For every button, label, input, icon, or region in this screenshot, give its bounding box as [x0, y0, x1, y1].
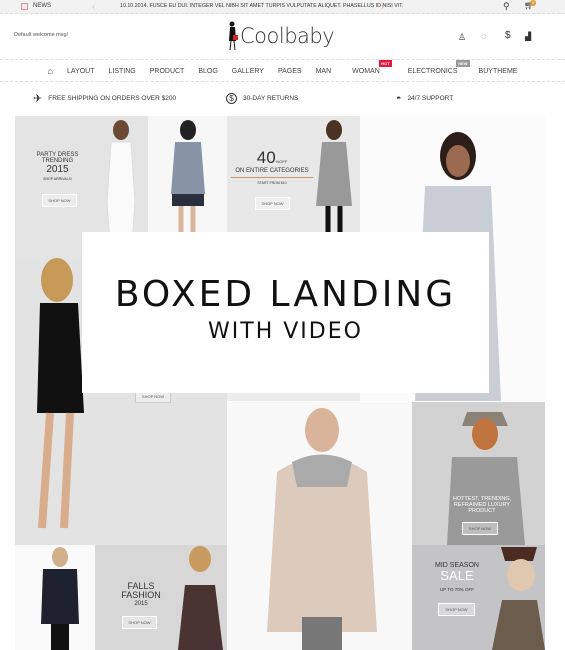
nav-blog[interactable]: BLOG	[191, 68, 224, 75]
banner-text: HOTTEST, TRENDING, REFRAIMED LUXURY PRODUC…	[452, 496, 512, 514]
new-badge: NEW	[456, 59, 470, 67]
search-icon[interactable]: ⚲	[503, 1, 510, 12]
banner-text: 40%OFF ON ENTIRE CATEGORIES START FROM $10	[231, 149, 313, 186]
news-ticker[interactable]: 10.10.2014. FUSCE EU DUI. INTEGER VEL NI…	[120, 3, 403, 9]
banner-falls-fashion[interactable]: FALLS FASHION 2015 SHOP NOW	[95, 545, 227, 650]
banner-text: MID SEASON SALE UP TO 70% OFF	[435, 562, 479, 592]
nav-electronics-label: ELECTRONICS	[407, 67, 458, 75]
plane-icon: ✈	[33, 92, 43, 105]
model-image	[267, 408, 377, 650]
nav-pages[interactable]: PAGES	[271, 68, 309, 75]
feature-support: ◓ 24/7 SUPPORT	[396, 84, 453, 112]
nav-man[interactable]: MAN	[309, 68, 339, 75]
model-image	[41, 547, 79, 650]
ticker-prev-icon[interactable]: ‹	[92, 1, 95, 11]
account-icon[interactable]: ♙	[458, 32, 466, 43]
returns-text: 30-DAY RETURNS	[243, 94, 299, 102]
chat-icon[interactable]: ◌	[481, 31, 486, 41]
nav-woman-label: WOMAN	[352, 67, 380, 75]
nav-electronics[interactable]: ELECTRONICS NEW	[394, 59, 472, 75]
home-icon[interactable]: ⌂	[41, 66, 60, 76]
nav-buytheme[interactable]: BUYTHEME	[472, 68, 525, 75]
nav-product[interactable]: PRODUCT	[143, 68, 192, 75]
banner-floral[interactable]	[15, 545, 95, 650]
banner-coat[interactable]	[227, 402, 412, 650]
ticker-next-icon[interactable]: ›	[381, 1, 384, 11]
shop-now-button[interactable]: SHOP NOW	[42, 194, 77, 207]
banner-hottest[interactable]: HOTTEST, TRENDING, REFRAIMED LUXURY PRODUC…	[412, 402, 545, 545]
shop-now-button[interactable]: SHOP NOW	[438, 603, 475, 616]
compare-icon[interactable]: ▟	[525, 32, 531, 41]
overlay-title: BOXED LANDING	[114, 274, 457, 315]
banner-text: FALLS FASHION 2015	[121, 581, 161, 607]
main-nav: ⌂ LAYOUT LISTING PRODUCT BLOG GALLERY PA…	[0, 59, 565, 82]
banner-mid-season-sale[interactable]: MID SEASON SALE UP TO 70% OFF SHOP NOW	[412, 545, 545, 650]
shop-now-button[interactable]: SHOP NOW	[255, 197, 290, 210]
model-image	[492, 547, 545, 650]
nav-layout[interactable]: LAYOUT	[60, 68, 102, 75]
dollar-icon: $	[226, 92, 237, 104]
nav-listing[interactable]: LISTING	[101, 68, 142, 75]
banner-text: PARTY DRESS TRENDING 2015 SHOP ARRIVALS!	[36, 152, 79, 182]
news-icon	[21, 3, 28, 10]
feature-returns: $30-DAY RETURNS	[226, 84, 298, 112]
model-image	[178, 546, 223, 650]
shipping-text: FREE SHIPPING ON ORDERS OVER $200	[48, 94, 177, 102]
boxed-landing-overlay: BOXED LANDING WITH VIDEO	[82, 232, 489, 393]
header: Default welcome msg! Coolbaby ♙ ◌ $ ▟	[0, 14, 565, 60]
headset-icon: ◓	[396, 93, 402, 103]
shop-now-button[interactable]: SHOP NOW	[122, 616, 157, 629]
currency-icon[interactable]: $	[505, 30, 511, 41]
welcome-message: Default welcome msg!	[14, 32, 69, 38]
cart-count: 0	[530, 0, 536, 6]
hot-badge: HOT	[379, 59, 392, 67]
nav-woman[interactable]: WOMAN HOT	[338, 59, 394, 75]
logo-text[interactable]: Coolbaby	[240, 24, 335, 48]
overlay-subtitle: WITH VIDEO	[208, 319, 363, 344]
support-text: 24/7 SUPPORT	[407, 94, 454, 102]
news-label: NEWS	[33, 3, 51, 9]
feature-shipping: ✈ FREE SHIPPING ON ORDERS OVER $200	[33, 84, 176, 112]
logo-icon	[229, 21, 238, 51]
top-bar: NEWS ‹ 10.10.2014. FUSCE EU DUI. INTEGER…	[0, 0, 565, 14]
shop-now-button[interactable]: SHOP NOW	[462, 522, 498, 535]
nav-gallery[interactable]: GALLERY	[225, 68, 271, 75]
